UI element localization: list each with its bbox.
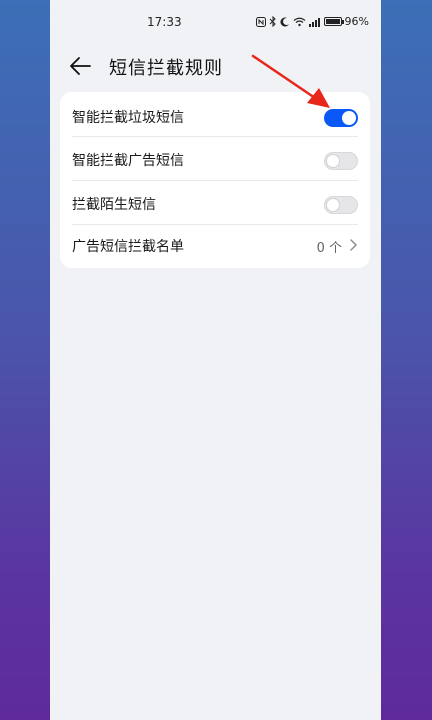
nfc-icon — [255, 16, 266, 27]
status-bar: 17:33 96% — [50, 0, 381, 44]
wifi-icon — [293, 17, 306, 27]
row-smart-block-ads[interactable]: 智能拦截广告短信 — [60, 137, 370, 181]
toggle-smart-block-spam[interactable] — [324, 109, 358, 127]
battery-icon — [323, 17, 344, 26]
phone-screen: 17:33 96% 短信拦截规则 智能拦截垃圾短信 智能拦截广告短信 拦截陌生短… — [50, 0, 381, 720]
toggle-knob — [342, 111, 356, 125]
back-button[interactable] — [66, 52, 98, 80]
status-icons: 96% — [255, 15, 369, 28]
chevron-right-icon — [350, 239, 357, 251]
status-time: 17:33 — [147, 15, 182, 29]
row-label: 智能拦截垃圾短信 — [72, 110, 184, 126]
row-label: 智能拦截广告短信 — [72, 153, 184, 169]
toggle-block-strangers[interactable] — [324, 196, 358, 214]
row-label: 广告短信拦截名单 — [72, 239, 184, 255]
back-arrow-icon — [70, 57, 91, 75]
row-block-strangers[interactable]: 拦截陌生短信 — [60, 181, 370, 225]
settings-card: 智能拦截垃圾短信 智能拦截广告短信 拦截陌生短信 广告短信拦截名单 0 个 — [60, 92, 370, 268]
signal-icon — [308, 17, 321, 27]
toggle-knob — [326, 154, 340, 168]
block-list-count: 0 个 — [316, 241, 342, 256]
toggle-knob — [326, 198, 340, 212]
row-ad-block-list[interactable]: 广告短信拦截名单 0 个 — [60, 223, 370, 267]
toggle-smart-block-ads[interactable] — [324, 152, 358, 170]
moon-icon — [280, 17, 290, 27]
header: 短信拦截规则 — [50, 46, 381, 86]
page-title: 短信拦截规则 — [109, 58, 223, 79]
bluetooth-icon — [269, 16, 277, 27]
battery-percent: 96% — [344, 15, 369, 28]
row-label: 拦截陌生短信 — [72, 197, 156, 213]
row-smart-block-spam[interactable]: 智能拦截垃圾短信 — [60, 94, 370, 138]
